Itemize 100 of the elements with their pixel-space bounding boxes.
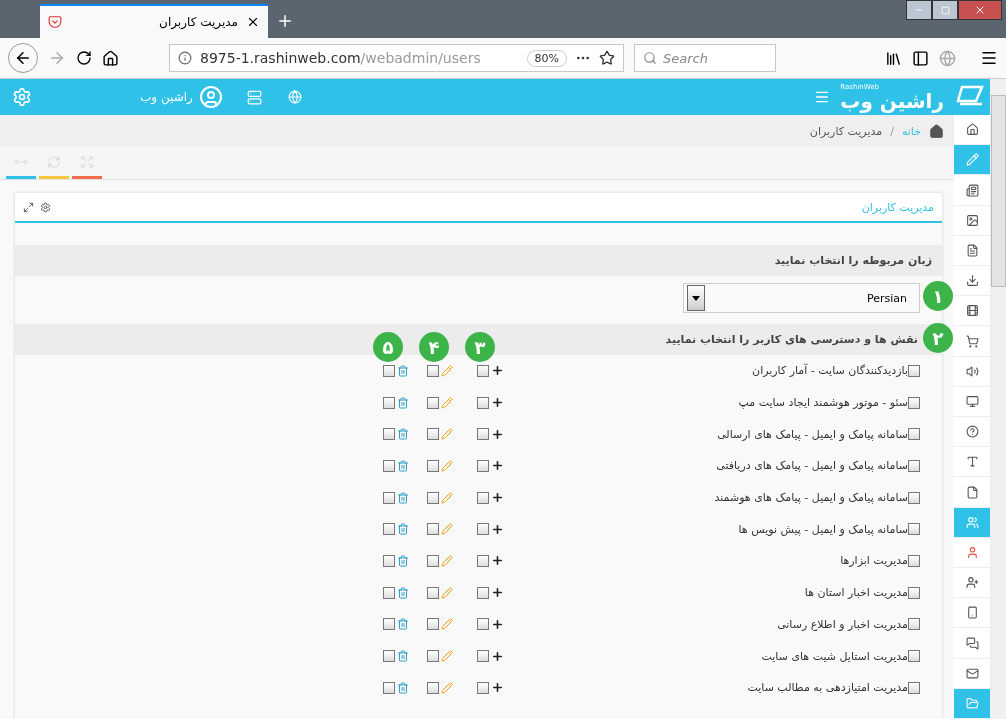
edit-checkbox[interactable] (427, 364, 439, 377)
step-badge: ۱ (923, 281, 953, 311)
plus-icon (491, 522, 504, 536)
permission-checkbox[interactable] (908, 554, 920, 567)
image-icon (965, 213, 979, 227)
add-checkbox[interactable] (477, 554, 489, 567)
add-checkbox[interactable] (477, 523, 489, 536)
delete-checkbox[interactable] (383, 554, 395, 567)
permission-checkbox[interactable] (908, 523, 920, 536)
permission-checkbox[interactable] (908, 491, 920, 504)
close-icon (974, 4, 986, 16)
maximize-button[interactable] (932, 0, 958, 20)
browser-tab[interactable]: مدیریت کاربران (40, 4, 268, 38)
plus-icon (491, 586, 504, 600)
edit-checkbox[interactable] (427, 586, 439, 599)
permission-checkbox[interactable] (908, 428, 920, 441)
edit-checkbox[interactable] (427, 459, 439, 472)
address-bar[interactable]: 8975-1.rashinweb.com/webadmin/users 80% (169, 44, 624, 72)
permission-checkbox[interactable] (908, 650, 920, 663)
step-badge: ۳ (465, 332, 495, 362)
home-icon[interactable] (102, 49, 119, 67)
pencil-icon (441, 396, 453, 409)
delete-checkbox[interactable] (383, 428, 395, 441)
library-icon[interactable] (885, 49, 902, 67)
edit-checkbox[interactable] (427, 523, 439, 536)
select-value: Persian (866, 291, 907, 305)
add-checkbox[interactable] (477, 650, 489, 663)
pencil-icon (441, 618, 453, 631)
breadcrumb-current: مدیریت کاربران (809, 124, 883, 138)
delete-checkbox[interactable] (383, 491, 395, 504)
delete-checkbox[interactable] (383, 396, 395, 409)
help-icon (965, 425, 979, 439)
trash-icon (397, 428, 409, 441)
add-checkbox[interactable] (477, 428, 489, 441)
file-icon (965, 485, 979, 499)
permission-checkbox[interactable] (908, 618, 920, 631)
menu-icon[interactable] (980, 49, 998, 67)
delete-checkbox[interactable] (383, 586, 395, 599)
permission-checkbox[interactable] (908, 459, 920, 472)
tab-title: مدیریت کاربران (159, 15, 238, 29)
delete-checkbox[interactable] (383, 618, 395, 631)
settings-icon[interactable] (40, 201, 51, 213)
delete-checkbox[interactable] (383, 523, 395, 536)
pencil-icon (441, 650, 453, 663)
plus-icon (491, 459, 504, 473)
add-checkbox[interactable] (477, 396, 489, 409)
search-field[interactable]: Search (634, 44, 776, 72)
dropdown-button[interactable] (687, 285, 705, 311)
permission-label: سامانه پیامک و ایمیل - پیامک های دریافتی (716, 459, 908, 473)
users-icon (965, 515, 979, 529)
delete-checkbox[interactable] (383, 681, 395, 694)
pencil-icon (965, 153, 979, 167)
delete-checkbox[interactable] (383, 364, 395, 377)
step-badge: ۵ (373, 332, 403, 362)
maximize-icon (940, 5, 950, 15)
film-icon (965, 304, 979, 318)
plus-icon (491, 427, 504, 441)
pencil-icon (441, 523, 453, 536)
trash-icon (397, 523, 409, 536)
edit-checkbox[interactable] (427, 428, 439, 441)
permission-checkbox[interactable] (908, 681, 920, 694)
edit-checkbox[interactable] (427, 681, 439, 694)
close-tab-icon[interactable] (246, 15, 260, 29)
permission-label: مدیریت ابزارها (840, 554, 908, 568)
speaker-icon (965, 364, 979, 378)
add-checkbox[interactable] (477, 364, 489, 377)
edit-checkbox[interactable] (427, 650, 439, 663)
plus-icon (491, 491, 504, 505)
minimize-button[interactable] (906, 0, 932, 20)
permission-checkbox[interactable] (908, 364, 920, 377)
sidebar-icon[interactable] (912, 49, 929, 67)
reload-icon[interactable] (76, 50, 92, 66)
add-checkbox[interactable] (477, 618, 489, 631)
refresh-icon (47, 154, 61, 169)
info-icon[interactable] (178, 51, 192, 65)
folder-icon (965, 696, 979, 710)
edit-checkbox[interactable] (427, 618, 439, 631)
edit-checkbox[interactable] (427, 396, 439, 409)
breadcrumb-separator: / (890, 124, 894, 138)
text-icon (965, 455, 979, 469)
add-checkbox[interactable] (477, 681, 489, 694)
permission-label: مدیریت استایل شیت های سایت (761, 649, 908, 663)
add-checkbox[interactable] (477, 459, 489, 472)
add-checkbox[interactable] (477, 491, 489, 504)
trash-icon (397, 364, 409, 377)
language-select[interactable]: Persian (683, 283, 920, 313)
scrollbar[interactable] (990, 79, 1006, 719)
step-badge: ۲ (923, 323, 953, 353)
edit-checkbox[interactable] (427, 554, 439, 567)
new-tab-icon[interactable] (276, 12, 294, 30)
home-icon[interactable] (929, 123, 944, 139)
delete-checkbox[interactable] (383, 650, 395, 663)
delete-checkbox[interactable] (383, 459, 395, 472)
permission-checkbox[interactable] (908, 586, 920, 599)
permission-checkbox[interactable] (908, 396, 920, 409)
permission-label: سامانه پیامک و ایمیل - پیامک های هوشمند (714, 491, 908, 505)
edit-checkbox[interactable] (427, 491, 439, 504)
star-icon[interactable] (599, 50, 615, 66)
expand-icon[interactable] (23, 201, 34, 213)
add-checkbox[interactable] (477, 586, 489, 599)
